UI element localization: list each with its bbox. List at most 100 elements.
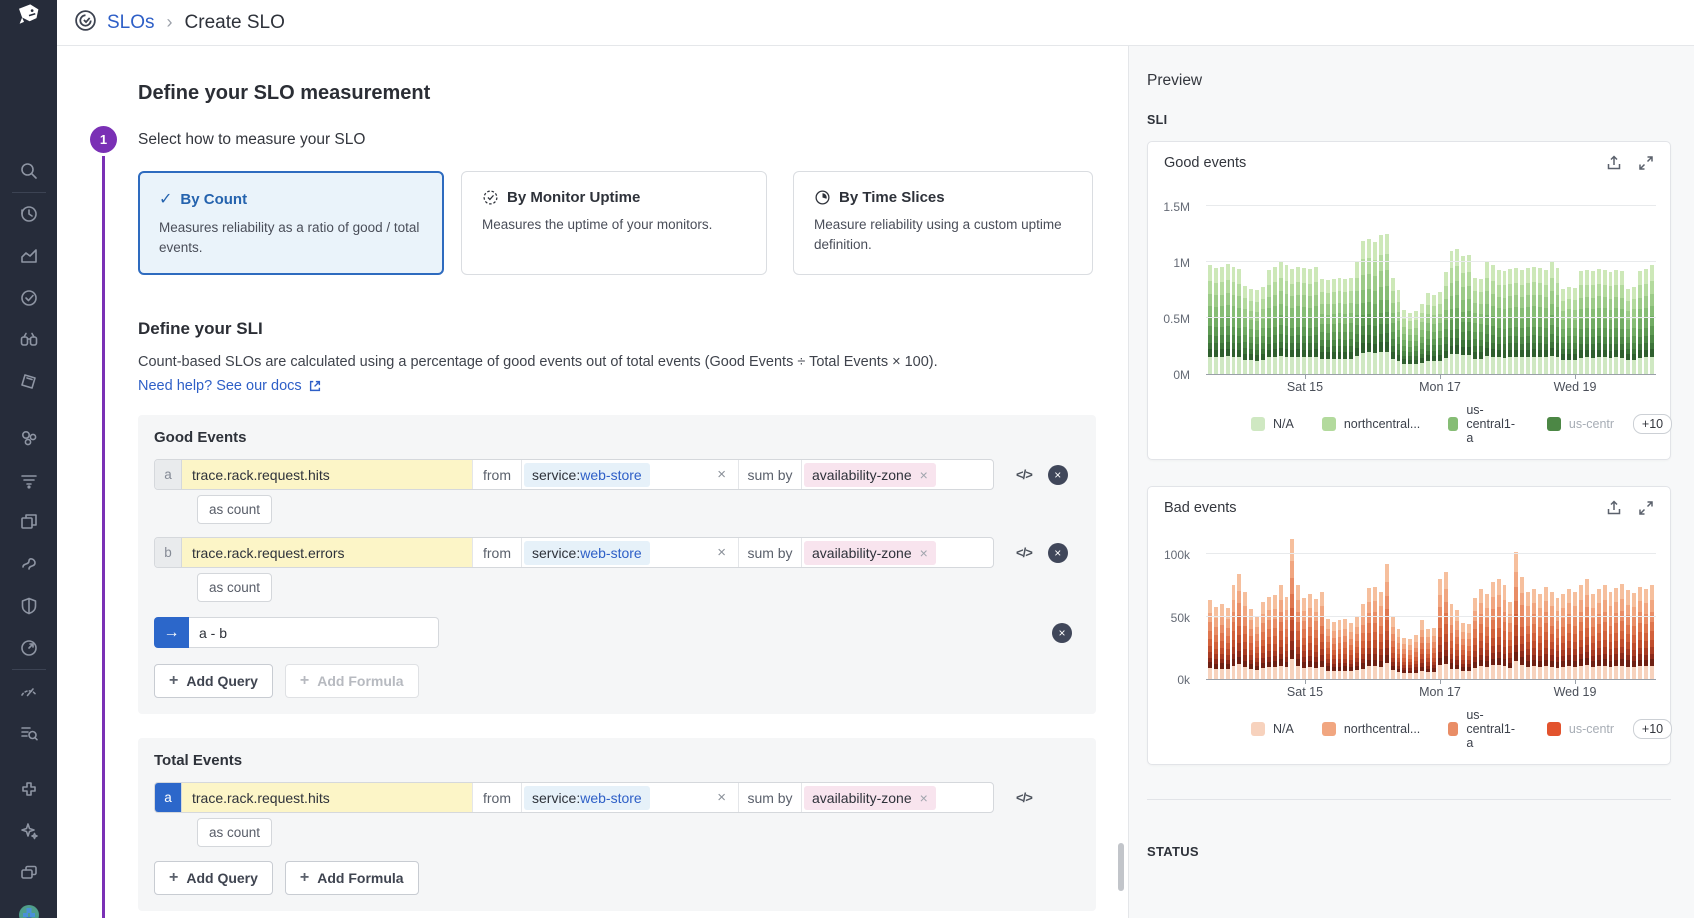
search-icon[interactable] [11,156,47,186]
legend-overflow-badge[interactable]: +10 [1633,414,1672,434]
filter-clear-icon[interactable]: × [713,789,730,806]
filter-chip[interactable]: service:web-store [524,786,650,810]
legend-item[interactable]: us-central1-a [1448,403,1519,445]
filter-clear-icon[interactable]: × [713,544,730,561]
docs-link[interactable]: Need help? See our docs [138,378,322,394]
expand-icon[interactable] [1638,155,1654,171]
metric-input[interactable]: trace.rack.request.hits [182,783,472,812]
filter-segment[interactable]: service:web-store × [522,783,738,812]
expand-icon[interactable] [1638,500,1654,516]
formula-row: → × [154,617,1072,648]
export-icon[interactable] [1606,155,1622,171]
datadog-logo-icon[interactable] [0,0,57,30]
filter-segment[interactable]: service:web-store × [522,538,738,567]
log-pipelines-icon[interactable] [11,465,47,495]
dashboards-icon[interactable] [11,507,47,537]
filter-clear-icon[interactable]: × [713,466,730,483]
card-by-time-slices[interactable]: By Time Slices Measure reliability using… [793,171,1093,275]
chevron-right-icon: › [167,12,173,33]
legend-swatch [1251,722,1265,736]
group-remove-icon[interactable]: × [920,790,928,806]
main-scrollbar-thumb[interactable] [1118,843,1124,891]
main-content: 1 Define your SLO measurement Select how… [57,46,1128,918]
x-axis-labels: Sat 15Mon 17Wed 19 [1206,375,1656,399]
legend-item[interactable]: us-central1-a [1448,708,1519,750]
group-segment[interactable]: availability-zone× [802,783,993,812]
as-count-chip[interactable]: as count [197,495,272,524]
group-remove-icon[interactable]: × [920,467,928,483]
code-view-icon[interactable]: </> [1016,790,1032,805]
group-chip[interactable]: availability-zone× [804,541,936,565]
agent-icon[interactable] [11,900,47,918]
watchdog-icon[interactable] [11,325,47,355]
code-view-icon[interactable]: </> [1016,545,1032,560]
from-label: from [472,460,522,489]
add-query-label: Add Query [186,870,258,886]
card-title: By Count [180,191,247,208]
remove-query-button[interactable]: × [1048,465,1068,485]
add-formula-label: Add Formula [317,870,403,886]
legend-label: us-centr [1569,722,1619,736]
card-by-count[interactable]: ✓ By Count Measures reliability as a rat… [138,171,444,275]
legend-item[interactable]: northcentral... [1322,722,1420,736]
legend-item[interactable]: N/A [1251,417,1294,431]
preview-panel: Preview SLI Good events 0M0.5M1M1.5M Sat… [1128,46,1694,918]
group-chip[interactable]: availability-zone× [804,786,936,810]
log-explorer-icon[interactable] [11,718,47,748]
legend-item[interactable]: us-centr [1547,722,1619,736]
legend-overflow-badge[interactable]: +10 [1633,719,1672,739]
infrastructure-icon[interactable] [11,423,47,453]
workspaces-icon[interactable] [11,858,47,888]
query-letter[interactable]: a [155,783,182,812]
card-by-monitor-uptime[interactable]: By Monitor Uptime Measures the uptime of… [461,171,767,275]
total-events-section: Total Events a trace.rack.request.hits f… [138,738,1096,911]
group-segment[interactable]: availability-zone × [802,460,993,489]
add-query-button[interactable]: +Add Query [154,861,273,895]
metrics-icon[interactable] [11,241,47,271]
filter-segment[interactable]: service:web-store × [522,460,738,489]
filter-chip[interactable]: service:web-store [524,541,650,565]
x-tick-label: Mon 17 [1419,685,1461,699]
integrations-icon[interactable] [11,774,47,804]
add-formula-button[interactable]: + Add Formula [285,861,419,895]
plus-icon: + [300,869,309,887]
performance-gauge-icon[interactable] [11,676,47,706]
group-remove-icon[interactable]: × [920,545,928,561]
group-value: availability-zone [812,467,912,483]
y-tick-label: 0k [1177,673,1190,687]
security-icon[interactable] [11,591,47,621]
as-count-chip[interactable]: as count [197,573,272,602]
plus-icon: + [300,672,309,690]
metric-input[interactable]: trace.rack.request.hits [182,460,472,489]
metric-input[interactable]: trace.rack.request.errors [182,538,472,567]
group-segment[interactable]: availability-zone× [802,538,993,567]
add-query-button[interactable]: +Add Query [154,664,273,698]
code-view-icon[interactable]: </> [1016,467,1032,482]
remove-query-button[interactable]: × [1048,543,1068,563]
as-count-chip[interactable]: as count [197,818,272,847]
legend-item[interactable]: N/A [1251,722,1294,736]
query-letter[interactable]: a [155,460,182,489]
legend-item[interactable]: us-centr [1547,417,1619,431]
good-events-section: Good Events a trace.rack.request.hits fr… [138,415,1096,714]
legend-item[interactable]: northcentral... [1322,417,1420,431]
query-letter[interactable]: b [155,538,182,567]
formula-input[interactable] [189,617,439,648]
remove-formula-button[interactable]: × [1052,623,1072,643]
group-chip[interactable]: availability-zone × [804,463,936,487]
recent-history-icon[interactable] [11,199,47,229]
step-progress-line [102,156,105,918]
legend-label: N/A [1273,417,1294,431]
ai-assistant-icon[interactable] [11,816,47,846]
y-tick-label: 0M [1173,368,1190,382]
breadcrumb-slos-link[interactable]: SLOs [107,12,155,34]
good-events-chart-card: Good events 0M0.5M1M1.5M Sat 15Mon 17Wed… [1147,141,1671,460]
synthetics-icon[interactable] [11,633,47,663]
export-icon[interactable] [1606,500,1622,516]
service-checks-icon[interactable] [11,283,47,313]
apm-traces-icon[interactable] [11,549,47,579]
filter-chip[interactable]: service:web-store [524,463,650,487]
formula-arrow-icon: → [154,617,189,648]
chart-legend: N/Anorthcentral...us-central1-aus-centr+… [1251,403,1656,445]
notebooks-icon[interactable] [11,367,47,397]
